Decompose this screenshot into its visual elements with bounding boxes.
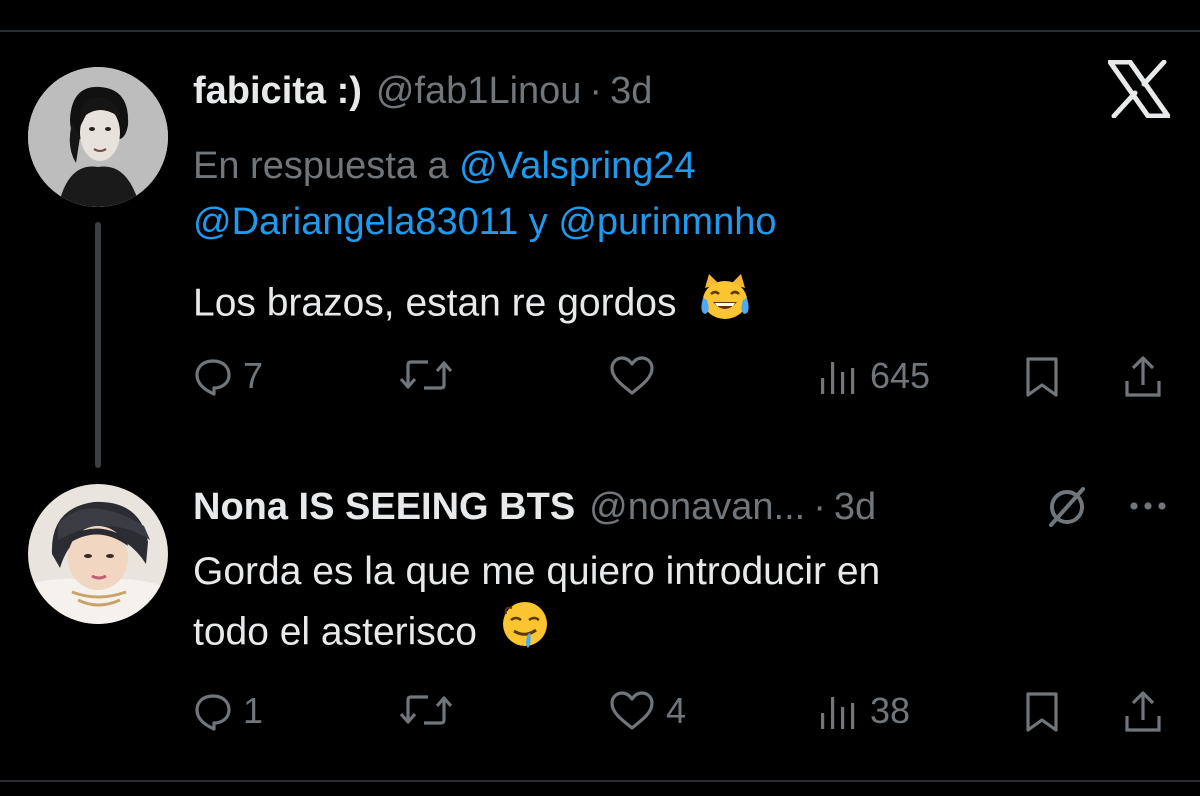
reply-join: y bbox=[528, 201, 548, 243]
tweet2-views-button[interactable]: 38 bbox=[818, 690, 910, 732]
reply-prefix: En respuesta a bbox=[193, 145, 449, 187]
like-icon bbox=[610, 356, 654, 395]
top-divider bbox=[0, 30, 1200, 32]
tweet1-handle[interactable]: @fab1Linou bbox=[376, 70, 582, 113]
retweet-icon bbox=[399, 360, 453, 390]
tweet1-actions: 7 645 bbox=[193, 355, 1173, 405]
like-icon bbox=[610, 691, 654, 730]
tweet2-bookmark-button[interactable] bbox=[1023, 690, 1061, 734]
avatar-nona[interactable] bbox=[28, 484, 168, 624]
tweet2-timestamp[interactable]: 3d bbox=[834, 486, 876, 529]
reply-icon bbox=[195, 359, 231, 396]
tweet1-display-name[interactable]: fabicita :) bbox=[193, 70, 362, 113]
bookmark-icon bbox=[1026, 692, 1058, 732]
drooling-face-emoji bbox=[500, 600, 550, 668]
tweet2-reply-button[interactable]: 1 bbox=[193, 690, 263, 732]
tweet1-retweet-button[interactable] bbox=[398, 355, 454, 395]
tweet1-share-button[interactable] bbox=[1123, 355, 1163, 399]
tweet1-like-button[interactable] bbox=[608, 355, 656, 397]
tweet2-reply-count: 1 bbox=[243, 690, 264, 731]
tweet2-separator: · bbox=[813, 486, 826, 528]
tweet1-view-count: 645 bbox=[870, 355, 931, 396]
thread-connector-line bbox=[95, 222, 101, 468]
cat-tears-of-joy-emoji bbox=[699, 272, 751, 338]
tweet1-reply-button[interactable]: 7 bbox=[193, 355, 263, 397]
tweet1-reply-context: En respuesta a @Valspring24 @Dariangela8… bbox=[193, 138, 1093, 250]
tweet1-text-block: Los brazos, estan re gordos bbox=[193, 272, 751, 338]
tweet2-retweet-button[interactable] bbox=[398, 690, 454, 730]
tweet2-like-count: 4 bbox=[666, 690, 687, 731]
views-icon bbox=[821, 697, 855, 729]
tweet2-header: Nona IS SEEING BTS @nonavan... · 3d bbox=[193, 486, 876, 529]
tweet1-bookmark-button[interactable] bbox=[1023, 355, 1061, 399]
tweet1-separator: · bbox=[589, 70, 603, 112]
tweet2-text-line2: todo el asterisco bbox=[193, 610, 477, 654]
tweet2-text-block: Gorda es la que me quiero introducir en … bbox=[193, 544, 880, 668]
views-icon bbox=[821, 362, 855, 394]
tweet2-handle[interactable]: @nonavan... bbox=[589, 486, 805, 529]
muted-icon[interactable] bbox=[1044, 484, 1090, 535]
mention-valspring24[interactable]: @Valspring24 bbox=[459, 145, 695, 187]
share-icon bbox=[1125, 691, 1161, 732]
tweet2-text-line1: Gorda es la que me quiero introducir en bbox=[193, 550, 881, 593]
tweet1-reply-count: 7 bbox=[243, 355, 264, 396]
tweet2-like-button[interactable]: 4 bbox=[608, 690, 686, 732]
retweet-icon bbox=[399, 695, 453, 725]
tweet1-views-button[interactable]: 645 bbox=[818, 355, 930, 397]
tweet2-display-name[interactable]: Nona IS SEEING BTS bbox=[193, 486, 575, 529]
tweet1-text: Los brazos, estan re gordos bbox=[193, 281, 677, 325]
tweet1-timestamp[interactable]: 3d bbox=[610, 70, 652, 113]
more-icon[interactable] bbox=[1126, 484, 1170, 533]
tweet2-share-button[interactable] bbox=[1123, 690, 1163, 734]
tweet1-header: fabicita :) @fab1Linou · 3d bbox=[193, 70, 652, 113]
x-logo-icon[interactable] bbox=[1107, 59, 1171, 123]
reply-icon bbox=[195, 694, 231, 731]
mention-dariangela83011[interactable]: @Dariangela83011 bbox=[193, 201, 518, 243]
tweet2-view-count: 38 bbox=[870, 690, 911, 731]
bookmark-icon bbox=[1026, 357, 1058, 397]
avatar-fabicita[interactable] bbox=[28, 67, 168, 207]
tweet2-actions: 1 4 38 bbox=[193, 690, 1173, 740]
bottom-divider bbox=[0, 780, 1200, 782]
share-icon bbox=[1125, 356, 1161, 397]
mention-purinmnho[interactable]: @purinmnho bbox=[558, 201, 776, 243]
